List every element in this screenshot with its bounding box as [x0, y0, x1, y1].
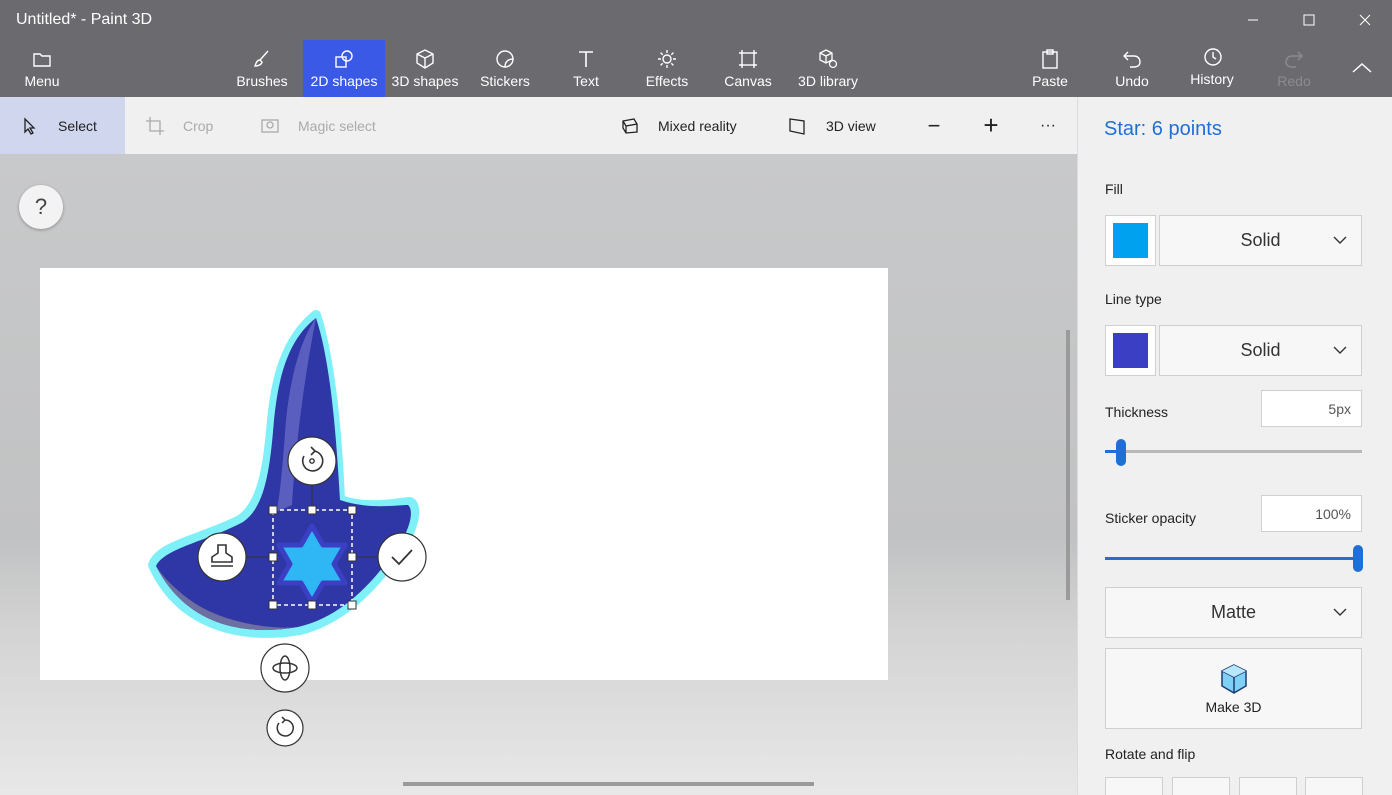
- make-3d-button[interactable]: Make 3D: [1105, 648, 1362, 729]
- rotate-3d-icon: [260, 643, 310, 693]
- line-color-picker[interactable]: [1105, 325, 1156, 376]
- rotate-flip-label: Rotate and flip: [1105, 746, 1196, 762]
- rotate-3d-handle[interactable]: [260, 643, 310, 693]
- chevron-down-icon: [1333, 236, 1347, 244]
- line-color-swatch: [1113, 333, 1148, 368]
- rotate-handle[interactable]: [287, 436, 337, 486]
- line-style-value: Solid: [1240, 340, 1281, 360]
- flip-vertical-button[interactable]: [1239, 777, 1297, 795]
- opacity-input[interactable]: 100%: [1261, 495, 1362, 532]
- canvas-drawing: [148, 310, 420, 638]
- thickness-slider-thumb[interactable]: [1116, 439, 1126, 466]
- horizontal-scrollbar[interactable]: [403, 782, 814, 786]
- history-label: History: [1190, 71, 1234, 87]
- chevron-up-icon: [1352, 62, 1372, 73]
- maximize-button[interactable]: [1286, 0, 1332, 40]
- undo-button[interactable]: Undo: [1104, 40, 1160, 97]
- history-icon: [1204, 48, 1222, 66]
- reset-rotation-handle[interactable]: [266, 709, 304, 747]
- confirm-button[interactable]: [377, 532, 427, 582]
- close-icon: [1359, 14, 1371, 26]
- make-3d-label: Make 3D: [1205, 698, 1262, 715]
- minimize-button[interactable]: [1230, 0, 1276, 40]
- vertical-scrollbar[interactable]: [1066, 330, 1070, 600]
- thickness-label: Thickness: [1105, 404, 1169, 420]
- fill-color-picker[interactable]: [1105, 215, 1156, 266]
- thickness-slider-track[interactable]: [1105, 450, 1362, 453]
- fill-style-dropdown[interactable]: Solid: [1159, 215, 1362, 266]
- collapse-ribbon-button[interactable]: [1348, 56, 1376, 80]
- fill-label: Fill: [1105, 181, 1123, 197]
- redo-button[interactable]: Redo: [1266, 40, 1322, 97]
- close-button[interactable]: [1342, 0, 1388, 40]
- thickness-input[interactable]: 5px: [1261, 390, 1362, 427]
- minimize-icon: [1248, 19, 1258, 21]
- material-dropdown[interactable]: Matte: [1105, 587, 1362, 638]
- rotate-left-button[interactable]: [1105, 777, 1163, 795]
- stamp-button[interactable]: [197, 532, 247, 582]
- checkmark-icon: [377, 532, 427, 582]
- history-button[interactable]: History: [1180, 40, 1244, 97]
- undo-icon: [1123, 51, 1141, 68]
- cube-icon: [1220, 663, 1247, 694]
- fill-style-value: Solid: [1240, 230, 1281, 250]
- redo-label: Redo: [1277, 73, 1311, 89]
- maximize-icon: [1303, 14, 1315, 26]
- flip-horizontal-button[interactable]: [1305, 777, 1363, 795]
- opacity-slider-track[interactable]: [1105, 557, 1357, 560]
- line-type-label: Line type: [1105, 291, 1162, 307]
- rotate-right-button[interactable]: [1172, 777, 1230, 795]
- undo-label: Undo: [1115, 73, 1149, 89]
- chevron-down-icon: [1333, 608, 1347, 616]
- stamp-icon: [197, 532, 247, 582]
- redo-icon: [1285, 51, 1303, 68]
- rotate-icon: [287, 436, 337, 486]
- opacity-slider-thumb[interactable]: [1353, 545, 1363, 572]
- panel-title: Star: 6 points: [1104, 118, 1222, 140]
- fill-color-swatch: [1113, 223, 1148, 258]
- material-value: Matte: [1210, 602, 1257, 622]
- rotate-reset-icon: [266, 709, 304, 747]
- line-style-dropdown[interactable]: Solid: [1159, 325, 1362, 376]
- chevron-down-icon: [1333, 346, 1347, 354]
- sticker-opacity-label: Sticker opacity: [1105, 510, 1197, 526]
